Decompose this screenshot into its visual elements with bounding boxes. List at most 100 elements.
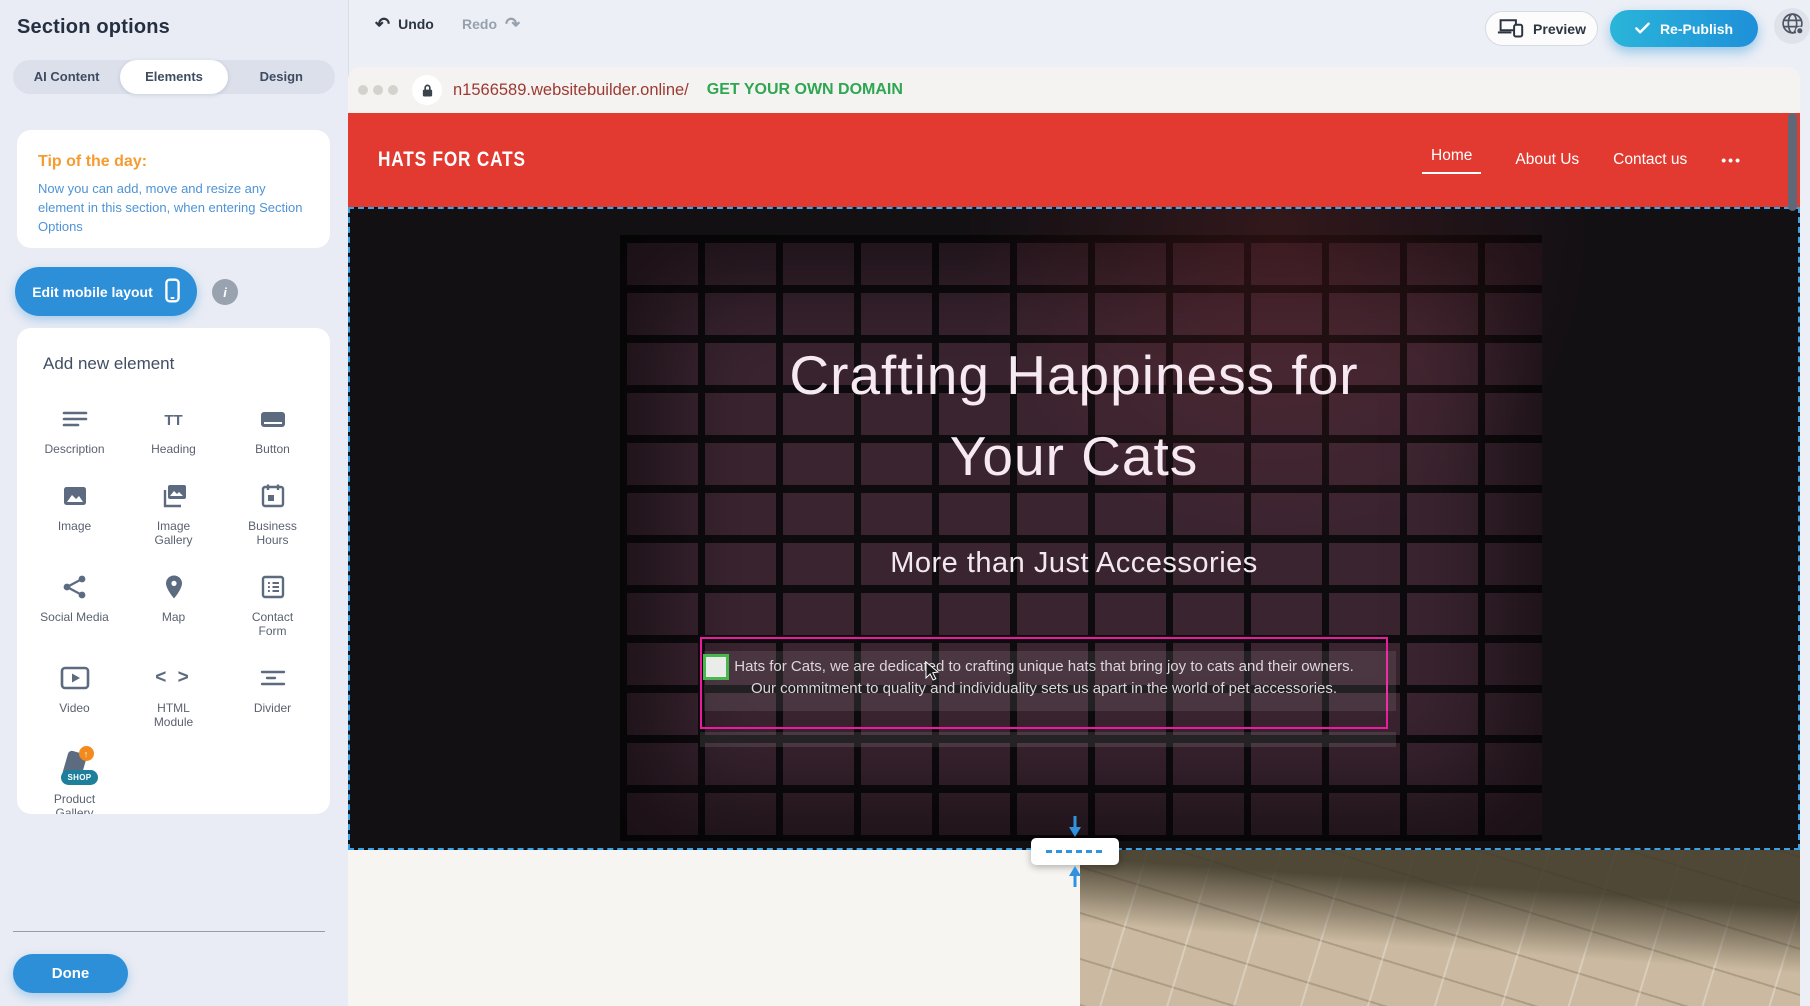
page-title: Section options bbox=[17, 16, 170, 39]
element-label: Product Gallery bbox=[47, 792, 103, 814]
tip-of-the-day-card: Tip of the day: Now you can add, move an… bbox=[17, 130, 330, 248]
add-element-divider[interactable]: Divider bbox=[223, 651, 322, 740]
contact-form-icon bbox=[259, 571, 287, 603]
redo-button[interactable]: Redo ↷ bbox=[462, 16, 520, 32]
business-hours-icon bbox=[259, 480, 287, 512]
language-globe-button[interactable] bbox=[1774, 8, 1810, 44]
product-gallery-icon: ↑ SHOP bbox=[53, 753, 97, 785]
add-element-social-media[interactable]: Social Media bbox=[25, 560, 124, 649]
check-icon bbox=[1635, 21, 1650, 37]
add-element-image-gallery[interactable]: Image Gallery bbox=[124, 469, 223, 558]
nav-more-icon[interactable]: ••• bbox=[1721, 152, 1742, 168]
element-label: Social Media bbox=[40, 610, 109, 624]
mouse-cursor bbox=[925, 661, 940, 686]
site-url: n1566589.websitebuilder.online/ bbox=[453, 81, 689, 100]
tab-elements[interactable]: Elements bbox=[120, 60, 227, 94]
add-element-contact-form[interactable]: Contact Form bbox=[223, 560, 322, 649]
resize-arrow-up-icon bbox=[1069, 865, 1081, 887]
undo-icon: ↶ bbox=[375, 17, 390, 31]
hero-heading[interactable]: Crafting Happiness for Your Cats bbox=[350, 335, 1798, 497]
info-icon[interactable]: i bbox=[212, 279, 238, 305]
edit-mobile-layout-button[interactable]: Edit mobile layout bbox=[15, 267, 197, 316]
element-label: Heading bbox=[151, 442, 196, 456]
heading-icon: TT bbox=[164, 403, 182, 435]
upgrade-badge-icon: ↑ bbox=[79, 746, 94, 761]
get-your-own-domain-link[interactable]: GET YOUR OWN DOMAIN bbox=[707, 81, 903, 99]
resize-arrow-down-icon bbox=[1069, 816, 1081, 838]
window-dot bbox=[373, 85, 383, 95]
divider-icon bbox=[259, 662, 287, 694]
image-gallery-icon bbox=[159, 480, 189, 512]
video-icon bbox=[60, 662, 90, 694]
element-label: Divider bbox=[254, 701, 291, 715]
add-element-image[interactable]: Image bbox=[25, 469, 124, 558]
ssl-lock-icon bbox=[412, 75, 442, 105]
add-element-product-gallery[interactable]: ↑ SHOP Product Gallery bbox=[25, 742, 124, 814]
nav-about-us[interactable]: About Us bbox=[1515, 151, 1579, 169]
done-button[interactable]: Done bbox=[13, 954, 128, 993]
resize-dash-line bbox=[1046, 850, 1104, 853]
site-viewport: HATS FOR CATS Home About Us Contact us •… bbox=[348, 113, 1800, 1006]
element-label: Description bbox=[44, 442, 104, 456]
panel-tabs: AI Content Elements Design bbox=[13, 60, 335, 94]
hero-paragraph[interactable]: Hats for Cats, we are dedicated to craft… bbox=[702, 656, 1386, 700]
browser-chrome-bar: n1566589.websitebuilder.online/ GET YOUR… bbox=[348, 67, 1800, 113]
code-icon: < > bbox=[155, 662, 191, 694]
add-element-title: Add new element bbox=[17, 328, 330, 374]
tab-ai-content[interactable]: AI Content bbox=[13, 60, 120, 94]
element-ghost-bar bbox=[700, 732, 1396, 747]
nav-home[interactable]: Home bbox=[1422, 147, 1481, 174]
nav-contact-us[interactable]: Contact us bbox=[1613, 151, 1687, 169]
section-options-panel: Section options AI Content Elements Desi… bbox=[0, 0, 349, 1006]
element-label: Image Gallery bbox=[146, 519, 202, 547]
site-preview-frame: n1566589.websitebuilder.online/ GET YOUR… bbox=[348, 67, 1800, 1006]
hero-section-selected[interactable]: Crafting Happiness for Your Cats More th… bbox=[348, 207, 1800, 850]
element-label: Button bbox=[255, 442, 290, 456]
redo-icon: ↷ bbox=[505, 17, 520, 31]
section-resize-handle[interactable] bbox=[1031, 838, 1119, 865]
social-media-icon bbox=[61, 571, 89, 603]
window-dot bbox=[358, 85, 368, 95]
element-drag-handle[interactable] bbox=[703, 654, 729, 680]
element-label: HTML Module bbox=[146, 701, 202, 729]
sidebar-divider bbox=[13, 931, 325, 932]
site-nav: Home About Us Contact us ••• bbox=[1422, 147, 1800, 174]
element-grid: Description TT Heading Button Image bbox=[17, 374, 330, 814]
element-label: Contact Form bbox=[245, 610, 301, 638]
element-label: Map bbox=[162, 610, 185, 624]
button-icon bbox=[259, 403, 287, 435]
edit-mobile-label: Edit mobile layout bbox=[32, 284, 153, 300]
element-label: Image bbox=[58, 519, 91, 533]
map-pin-icon bbox=[160, 571, 188, 603]
window-dots bbox=[358, 85, 398, 95]
add-element-html-module[interactable]: < > HTML Module bbox=[124, 651, 223, 740]
tab-design[interactable]: Design bbox=[228, 60, 335, 94]
tip-body: Now you can add, move and resize any ele… bbox=[38, 179, 314, 236]
hero-subheading[interactable]: More than Just Accessories bbox=[350, 547, 1798, 580]
tip-title: Tip of the day: bbox=[38, 153, 330, 171]
add-element-video[interactable]: Video bbox=[25, 651, 124, 740]
preview-button[interactable]: Preview bbox=[1485, 11, 1598, 46]
preview-scrollbar[interactable] bbox=[1788, 113, 1797, 211]
undo-button[interactable]: ↶ Undo bbox=[375, 16, 434, 32]
republish-button[interactable]: Re-Publish bbox=[1610, 10, 1758, 47]
add-new-element-card: Add new element Description TT Heading B… bbox=[17, 328, 330, 814]
image-icon bbox=[61, 480, 89, 512]
add-element-description[interactable]: Description bbox=[25, 392, 124, 467]
hero-glow bbox=[350, 209, 1798, 848]
shop-badge: SHOP bbox=[61, 770, 99, 785]
devices-icon bbox=[1497, 17, 1524, 41]
add-element-map[interactable]: Map bbox=[124, 560, 223, 649]
window-dot bbox=[388, 85, 398, 95]
add-element-business-hours[interactable]: Business Hours bbox=[223, 469, 322, 558]
site-header: HATS FOR CATS Home About Us Contact us •… bbox=[348, 113, 1800, 207]
floor-photo bbox=[1080, 850, 1800, 1006]
add-element-heading[interactable]: TT Heading bbox=[124, 392, 223, 467]
globe-icon bbox=[1780, 11, 1805, 41]
selected-text-element[interactable]: Hats for Cats, we are dedicated to craft… bbox=[700, 637, 1388, 729]
element-label: Business Hours bbox=[245, 519, 301, 547]
site-logo[interactable]: HATS FOR CATS bbox=[378, 148, 526, 172]
add-element-button[interactable]: Button bbox=[223, 392, 322, 467]
description-icon bbox=[61, 403, 89, 435]
element-label: Video bbox=[59, 701, 89, 715]
